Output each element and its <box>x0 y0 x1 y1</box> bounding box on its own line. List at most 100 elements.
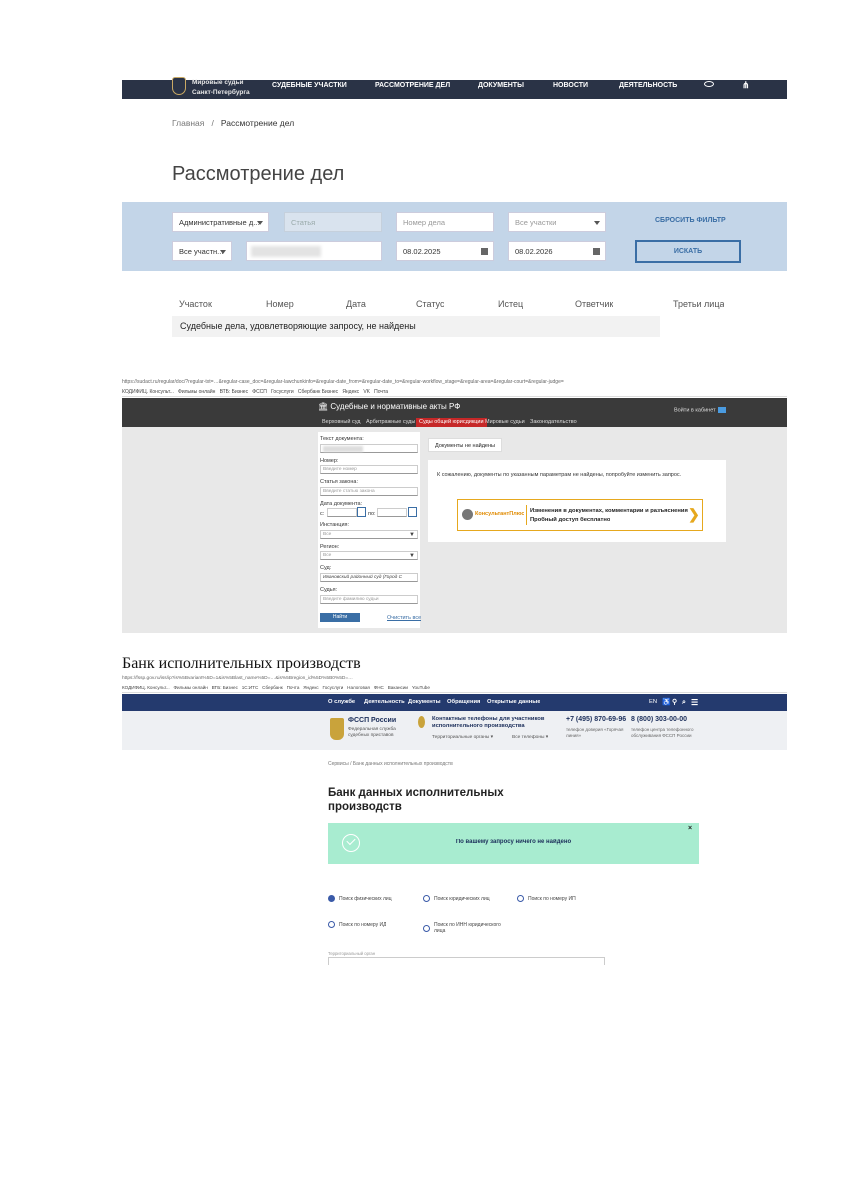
sections-select[interactable]: Все участки <box>508 212 606 232</box>
court-input[interactable]: Ивановский районный суд (Город С <box>320 573 418 582</box>
site-brand[interactable]: Мировые судьи Санкт-Петербурга <box>192 78 250 98</box>
party-name-input[interactable] <box>246 241 382 261</box>
bookmark-item[interactable]: ВТБ: Бизнес <box>220 389 249 395</box>
login-link[interactable]: Войти в кабинет <box>674 407 726 413</box>
results-tab[interactable]: Документы не найдены <box>428 438 502 452</box>
breadcrumb-home[interactable]: Главная <box>172 118 204 128</box>
user-icon[interactable]: ⚲ <box>672 694 677 711</box>
consultant-banner[interactable]: КонсультантПлюс Изменения в документах, … <box>457 499 703 531</box>
bookmark-item[interactable]: КОДИФИЦ. Консульт... <box>122 389 174 395</box>
redacted-text <box>323 446 363 452</box>
contact-phones-title: Контактные телефоны для участников испол… <box>432 716 545 729</box>
sudact-brand[interactable]: 🏛 Судебные и нормативные акты РФ <box>318 402 460 411</box>
date-from-input[interactable]: 08.02.2025 <box>396 241 494 261</box>
search-button[interactable]: ИСКАТЬ <box>635 240 741 263</box>
territorial-field[interactable] <box>328 957 605 965</box>
bookmark-item[interactable]: Госуслуги <box>323 685 344 690</box>
tab-general-courts[interactable]: Суды общей юрисдикции <box>416 418 487 427</box>
radio-ip-number[interactable] <box>517 895 524 902</box>
nav-sections[interactable]: СУДЕБНЫЕ УЧАСТКИ <box>272 80 347 92</box>
bookmark-item[interactable]: VK <box>363 389 370 395</box>
bookmark-item[interactable]: КОДИФИЦ. Консульт... <box>122 685 170 690</box>
bookmark-item[interactable]: Почта <box>374 389 388 395</box>
service-phone[interactable]: 8 (800) 303-00-00 <box>631 716 687 723</box>
territorial-dropdown[interactable]: Территориальные органы ▾ <box>432 735 493 740</box>
date-from-input[interactable] <box>327 508 357 517</box>
law-article-input[interactable]: Введите статью закона <box>320 487 418 496</box>
case-number-input[interactable]: Номер дела <box>396 212 494 232</box>
nav-documents[interactable]: ДОКУМЕНТЫ <box>478 80 524 92</box>
nav-open-data[interactable]: Открытые данные <box>487 694 540 711</box>
banner-brand: КонсультантПлюс <box>475 511 525 517</box>
breadcrumb[interactable]: Сервисы / Банк данных исполнительных про… <box>328 761 453 767</box>
menu-icon[interactable]: ☰ <box>691 694 698 711</box>
caret-down-icon <box>594 221 600 225</box>
doc-text-input[interactable] <box>320 444 418 453</box>
bookmark-item[interactable]: Фильмы онлайн <box>174 685 208 690</box>
calendar-icon[interactable] <box>357 507 366 517</box>
org-name[interactable]: ФССП России <box>348 717 396 724</box>
radio-id-number[interactable] <box>328 921 335 928</box>
bookmark-item[interactable]: 1С:ИТС <box>242 685 259 690</box>
reset-filter-button[interactable]: СБРОСИТЬ ФИЛЬТР <box>655 217 726 224</box>
accessibility-icon[interactable]: ♿ <box>662 694 671 711</box>
bookmark-item[interactable]: Налоговая <box>347 685 370 690</box>
close-icon[interactable]: × <box>688 825 692 832</box>
date-to-input[interactable] <box>377 508 407 517</box>
nav-appeals[interactable]: Обращения <box>447 694 480 711</box>
radio-individuals-label[interactable]: Поиск физических лиц <box>339 896 392 902</box>
number-input[interactable]: Введите номер <box>320 465 418 474</box>
category-select[interactable]: Административные д... <box>172 212 269 232</box>
bookmark-item[interactable]: Госуслуги <box>271 389 294 395</box>
article-input[interactable]: Статья <box>284 212 382 232</box>
number-label: Номер: <box>320 458 339 464</box>
bookmark-item[interactable]: ФНС <box>374 685 384 690</box>
tab-legislation[interactable]: Законодательство <box>530 418 577 427</box>
date-to-input[interactable]: 08.02.2026 <box>508 241 606 261</box>
clear-all-link[interactable]: Очистить все <box>387 615 421 621</box>
bookmark-item[interactable]: ВТБ: Бизнес <box>212 685 238 690</box>
calendar-icon[interactable] <box>408 507 417 517</box>
bookmark-item[interactable]: Почта <box>287 685 300 690</box>
hotline-phone[interactable]: +7 (495) 870-69-96 <box>566 716 626 723</box>
radio-legal-entities-label[interactable]: Поиск юридических лиц <box>434 896 490 902</box>
radio-inn-label[interactable]: Поиск по ИНН юридического лица <box>434 922 504 934</box>
radio-legal-entities[interactable] <box>423 895 430 902</box>
region-select[interactable]: Все ▼ <box>320 551 418 560</box>
calendar-icon[interactable] <box>593 248 600 255</box>
bookmark-item[interactable]: Яндекс <box>342 389 359 395</box>
address-bar[interactable]: https://fssp.gov.ru/iss/ip?is%5Bvariant%… <box>122 674 787 683</box>
nav-cases[interactable]: РАССМОТРЕНИЕ ДЕЛ <box>375 80 450 92</box>
bookmark-item[interactable]: ФССП <box>252 389 267 395</box>
tab-arbitration[interactable]: Арбитражные суды <box>366 418 415 427</box>
nav-about[interactable]: О службе <box>328 694 355 711</box>
radio-individuals[interactable] <box>328 895 335 902</box>
twitter-icon[interactable] <box>717 407 726 413</box>
radio-inn[interactable] <box>423 925 430 932</box>
nav-activity[interactable]: ДЕЯТЕЛЬНОСТЬ <box>619 80 677 92</box>
radio-id-number-label[interactable]: Поиск по номеру ИД <box>339 922 386 928</box>
search-icon[interactable]: ⌕ <box>682 694 686 711</box>
sitemap-icon[interactable]: ⋔ <box>742 80 750 91</box>
eye-icon[interactable] <box>704 81 714 87</box>
nav-news[interactable]: НОВОСТИ <box>553 80 588 92</box>
lang-switch[interactable]: EN <box>649 694 657 711</box>
calendar-icon[interactable] <box>481 248 488 255</box>
judge-input[interactable]: Введите фамилию судьи <box>320 595 418 604</box>
tab-supreme-court[interactable]: Верховный суд <box>322 418 361 427</box>
bookmark-item[interactable]: Вакансии <box>388 685 408 690</box>
address-bar[interactable]: https://sudact.ru/regular/doc/?regular-t… <box>122 377 787 387</box>
radio-ip-number-label[interactable]: Поиск по номеру ИП <box>528 896 576 902</box>
instance-select[interactable]: Все ▼ <box>320 530 418 539</box>
nav-documents[interactable]: Документы <box>408 694 441 711</box>
bookmark-item[interactable]: YouTube <box>412 685 430 690</box>
bookmark-item[interactable]: Сбербанк Бизнес <box>298 389 338 395</box>
bookmark-item[interactable]: Яндекс <box>303 685 318 690</box>
bookmark-item[interactable]: Сбербанк <box>262 685 283 690</box>
find-button[interactable]: Найти <box>320 613 360 622</box>
tab-magistrates[interactable]: Мировые судьи <box>485 418 525 427</box>
bookmark-item[interactable]: Фильмы онлайн <box>178 389 215 395</box>
parties-select[interactable]: Все участн... <box>172 241 232 261</box>
nav-activity[interactable]: Деятельность <box>364 694 405 711</box>
all-phones-dropdown[interactable]: Все телефоны ▾ <box>512 735 548 740</box>
